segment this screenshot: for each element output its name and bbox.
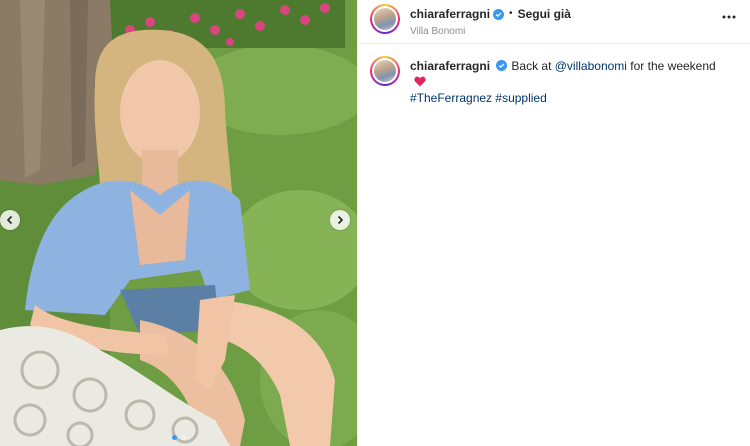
post-caption: chiaraferragni Back at @villabonomi for … <box>358 44 750 106</box>
caption-body-end: for the weekend <box>626 59 716 73</box>
caption-body-start: Back at <box>511 59 555 73</box>
carousel-dot <box>180 435 186 440</box>
post-location-link[interactable]: Villa Bonomi <box>410 24 571 40</box>
hashtag-link[interactable]: #TheFerragnez <box>410 91 492 105</box>
caption-mention-link[interactable]: @villabonomi <box>555 59 627 73</box>
author-username-link[interactable]: chiaraferragni <box>410 6 490 22</box>
post-photo <box>0 0 357 446</box>
carousel-prev-button[interactable] <box>0 210 20 230</box>
more-options-icon <box>722 15 736 19</box>
header-separator: • <box>509 8 513 19</box>
post-media-carousel[interactable] <box>0 0 357 446</box>
caption-text: chiaraferragni Back at @villabonomi for … <box>410 56 720 106</box>
caption-author-avatar[interactable] <box>370 56 400 86</box>
following-button[interactable]: Segui già <box>518 6 571 22</box>
verified-badge-icon <box>493 8 505 20</box>
chevron-left-icon <box>6 215 13 225</box>
hashtag-link[interactable]: #supplied <box>495 91 546 105</box>
carousel-indicator <box>0 435 357 440</box>
post-header: chiaraferragni • Segui già Villa Bonomi <box>358 0 750 44</box>
author-avatar[interactable] <box>370 4 400 34</box>
heart-emoji-icon <box>414 76 426 87</box>
more-options-button[interactable] <box>720 10 738 24</box>
chevron-right-icon <box>337 215 344 225</box>
carousel-next-button[interactable] <box>330 210 350 230</box>
carousel-dot-active <box>171 435 177 440</box>
verified-badge-icon <box>496 60 508 71</box>
post-side-panel: chiaraferragni • Segui già Villa Bonomi <box>357 0 750 446</box>
caption-username-link[interactable]: chiaraferragni <box>410 59 490 73</box>
